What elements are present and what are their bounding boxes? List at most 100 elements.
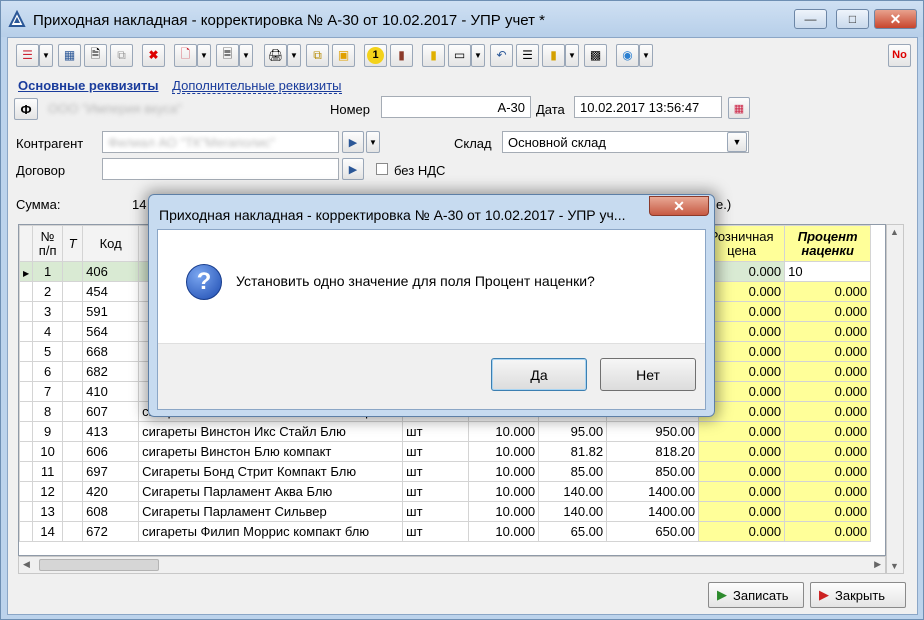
cell-retail[interactable]: 0.000 bbox=[698, 461, 786, 482]
card-button[interactable]: ▭ bbox=[448, 43, 471, 67]
cell-markup[interactable]: 0.000 bbox=[784, 421, 872, 442]
number-one-button[interactable]: 1 bbox=[364, 43, 387, 67]
folder-button[interactable]: ▮ bbox=[422, 43, 445, 67]
cell-num[interactable]: 5 bbox=[32, 341, 64, 362]
print-button[interactable]: 🖨 bbox=[264, 43, 287, 67]
cell-type[interactable] bbox=[62, 321, 84, 342]
cell-markup[interactable]: 0.000 bbox=[784, 441, 872, 462]
cell-code[interactable]: 672 bbox=[82, 521, 140, 542]
briefcase-button[interactable]: ▮ bbox=[542, 43, 565, 67]
cell-markup[interactable]: 0.000 bbox=[784, 481, 872, 502]
cell-price[interactable]: 95.00 bbox=[538, 421, 608, 442]
structure-button[interactable]: 🗏 bbox=[216, 43, 239, 67]
scroll-left-icon[interactable]: ◀ bbox=[23, 559, 30, 570]
cell-price[interactable]: 140.00 bbox=[538, 501, 608, 522]
briefcase-dropdown[interactable]: ▼ bbox=[565, 43, 579, 67]
header-type[interactable]: Т bbox=[62, 225, 84, 262]
scroll-right-icon[interactable]: ▶ bbox=[874, 559, 881, 570]
cell-type[interactable] bbox=[62, 401, 84, 422]
yes-button[interactable]: Да bbox=[491, 358, 587, 391]
cell-unit[interactable]: шт bbox=[402, 461, 470, 482]
cell-qty[interactable]: 10.000 bbox=[468, 461, 540, 482]
cell-sum[interactable]: 1400.00 bbox=[606, 481, 700, 502]
maximize-button[interactable]: □ bbox=[836, 9, 869, 29]
cell-markup[interactable]: 0.000 bbox=[784, 401, 872, 422]
cell-name[interactable]: сигареты Винстон Икс Стайл Блю bbox=[138, 421, 404, 442]
warehouse-dropdown[interactable]: ▼ bbox=[727, 132, 747, 152]
cell-unit[interactable]: шт bbox=[402, 441, 470, 462]
date-field[interactable]: 10.02.2017 13:56:47 bbox=[574, 96, 722, 118]
contractor-dropdown[interactable]: ▼ bbox=[366, 131, 380, 153]
cell-num[interactable]: 12 bbox=[32, 481, 64, 502]
cell-code[interactable]: 406 bbox=[82, 261, 140, 282]
cell-unit[interactable]: шт bbox=[402, 421, 470, 442]
cell-type[interactable] bbox=[62, 341, 84, 362]
cell-type[interactable] bbox=[62, 301, 84, 322]
table-row[interactable]: 10 606 сигареты Винстон Блю компакт шт 10.00… bbox=[19, 441, 872, 462]
cell-markup[interactable]: 0.000 bbox=[784, 321, 872, 342]
print-dropdown[interactable]: ▼ bbox=[287, 43, 301, 67]
minimize-button[interactable]: — bbox=[794, 9, 827, 29]
cell-num[interactable]: 14 bbox=[32, 521, 64, 542]
settings-list-button[interactable]: ☰ bbox=[516, 43, 539, 67]
cell-code[interactable]: 410 bbox=[82, 381, 140, 402]
image-button[interactable]: ▣ bbox=[332, 43, 355, 67]
header-markup[interactable]: Процент наценки bbox=[784, 225, 872, 262]
cell-sum[interactable]: 850.00 bbox=[606, 461, 700, 482]
cell-num[interactable]: 2 bbox=[32, 281, 64, 302]
structure-dropdown[interactable]: ▼ bbox=[239, 43, 253, 67]
cell-code[interactable]: 564 bbox=[82, 321, 140, 342]
barcode-button[interactable]: ▩ bbox=[584, 43, 607, 67]
close-window-button[interactable]: ✕ bbox=[874, 9, 917, 29]
cell-unit[interactable]: шт bbox=[402, 501, 470, 522]
save-button[interactable]: ▶ Записать bbox=[708, 582, 804, 608]
organization-select-button[interactable]: Ф bbox=[14, 98, 38, 120]
tab-main-requisites[interactable]: Основные реквизиты bbox=[18, 78, 159, 93]
globe-button[interactable]: ◉ bbox=[616, 43, 639, 67]
cell-type[interactable] bbox=[62, 421, 84, 442]
cell-markup[interactable]: 0.000 bbox=[784, 461, 872, 482]
cell-code[interactable]: 668 bbox=[82, 341, 140, 362]
cell-qty[interactable]: 10.000 bbox=[468, 421, 540, 442]
scroll-down-icon[interactable]: ▼ bbox=[890, 561, 899, 571]
no-vat-checkbox[interactable] bbox=[376, 163, 388, 175]
contractor-field[interactable]: Филиал АО "ТК"Мегаполис" bbox=[102, 131, 339, 153]
number-field[interactable]: А-30 bbox=[381, 96, 531, 118]
cell-code[interactable]: 608 bbox=[82, 501, 140, 522]
close-button[interactable]: ▶ Закрыть bbox=[810, 582, 906, 608]
table-row[interactable]: 9 413 сигареты Винстон Икс Стайл Блю шт 10.0… bbox=[19, 421, 872, 442]
vertical-scrollbar[interactable]: ▲ ▼ bbox=[886, 224, 904, 574]
cell-code[interactable]: 413 bbox=[82, 421, 140, 442]
warehouse-select[interactable]: Основной склад bbox=[502, 131, 749, 153]
cell-retail[interactable]: 0.000 bbox=[698, 441, 786, 462]
movements-button[interactable]: ⧉ bbox=[306, 43, 329, 67]
cell-retail[interactable]: 0.000 bbox=[698, 521, 786, 542]
calendar-button[interactable]: ▦ bbox=[728, 97, 750, 119]
cell-type[interactable] bbox=[62, 261, 84, 282]
cell-name[interactable]: Сигареты Парламент Аква Блю bbox=[138, 481, 404, 502]
cell-type[interactable] bbox=[62, 481, 84, 502]
undo-button[interactable]: ↶ bbox=[490, 43, 513, 67]
scroll-thumb[interactable] bbox=[39, 559, 159, 571]
cell-type[interactable] bbox=[62, 361, 84, 382]
cell-type[interactable] bbox=[62, 281, 84, 302]
cell-name[interactable]: сигареты Филип Моррис компакт блю bbox=[138, 521, 404, 542]
book-button[interactable]: ▮ bbox=[390, 43, 413, 67]
enter-based-dropdown[interactable]: ▼ bbox=[197, 43, 211, 67]
cell-markup[interactable]: 0.000 bbox=[784, 521, 872, 542]
cell-type[interactable] bbox=[62, 501, 84, 522]
cell-price[interactable]: 85.00 bbox=[538, 461, 608, 482]
globe-dropdown[interactable]: ▼ bbox=[639, 43, 653, 67]
copy-button[interactable]: ⧉ bbox=[110, 43, 133, 67]
cell-markup[interactable]: 10 bbox=[784, 261, 872, 282]
cell-unit[interactable]: шт bbox=[402, 521, 470, 542]
cell-markup[interactable]: 0.000 bbox=[784, 341, 872, 362]
cell-num[interactable]: 6 bbox=[32, 361, 64, 382]
cell-markup[interactable]: 0.000 bbox=[784, 281, 872, 302]
cell-sum[interactable]: 950.00 bbox=[606, 421, 700, 442]
actions-dropdown[interactable]: ▼ bbox=[39, 43, 53, 67]
tab-additional-requisites[interactable]: Дополнительные реквизиты bbox=[172, 78, 342, 94]
add-button[interactable]: 🗎 bbox=[84, 43, 107, 67]
cell-markup[interactable]: 0.000 bbox=[784, 381, 872, 402]
enter-based-button[interactable]: 🗋 bbox=[174, 43, 197, 67]
